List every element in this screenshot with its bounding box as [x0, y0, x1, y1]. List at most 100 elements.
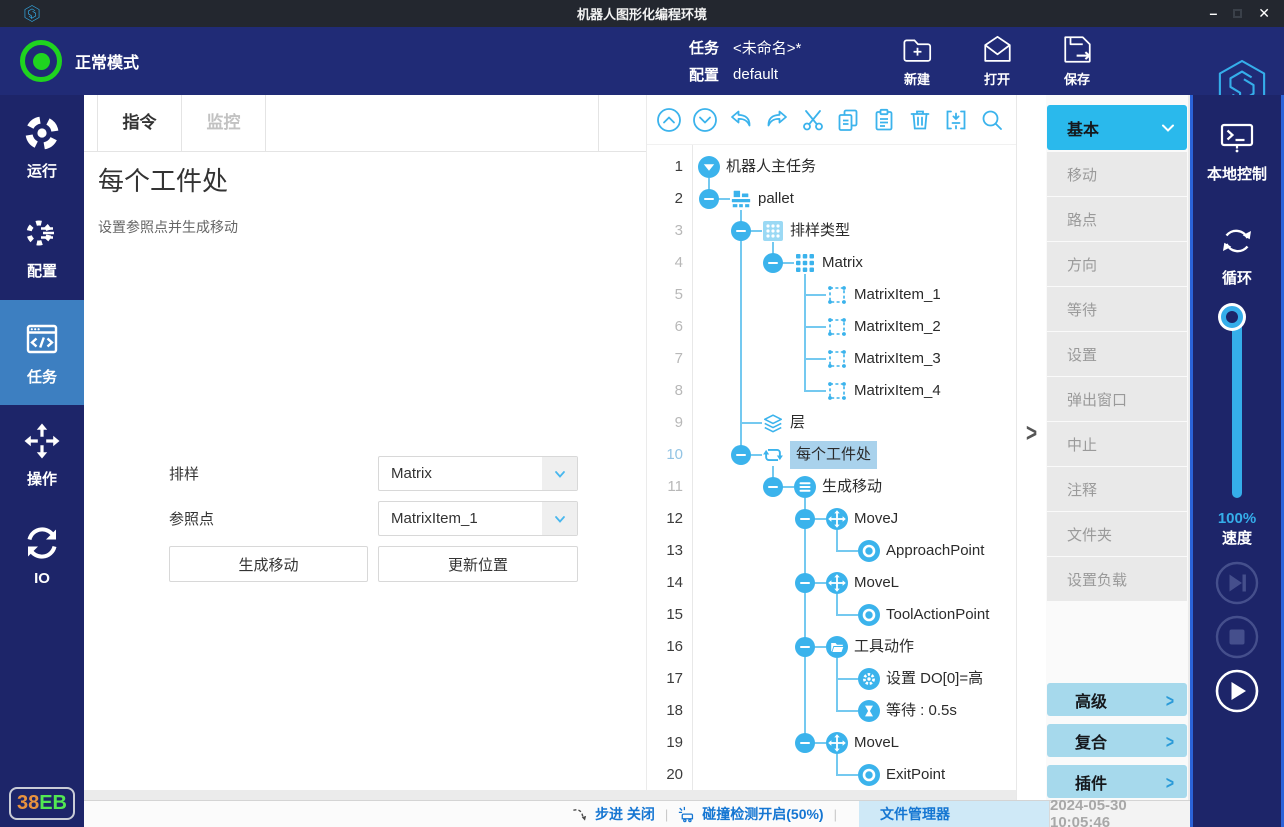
control-item-loop[interactable]: 循环: [1193, 221, 1281, 288]
open-icon: [980, 32, 1015, 67]
category-group[interactable]: 插件>: [1047, 765, 1187, 798]
cut-button[interactable]: [800, 107, 826, 133]
panel-expander[interactable]: >: [1016, 95, 1046, 800]
tree-row[interactable]: 13ApproachPoint: [647, 535, 1016, 567]
chevron-down-icon[interactable]: [542, 457, 577, 490]
category-group[interactable]: 复合>: [1047, 724, 1187, 757]
play-button[interactable]: [1215, 669, 1259, 713]
tree-row[interactable]: 17设置 DO[0]=高: [647, 663, 1016, 695]
category-basic-header[interactable]: 基本: [1047, 105, 1187, 150]
category-group[interactable]: 高级>: [1047, 683, 1187, 716]
step-mode-toggle[interactable]: 步进 关闭: [571, 804, 655, 824]
field-select-1[interactable]: MatrixItem_1: [378, 501, 578, 536]
collapse-toggle[interactable]: [763, 477, 783, 497]
tree-row[interactable]: 10每个工件处: [647, 439, 1016, 471]
sidebar-item-io[interactable]: IO: [0, 505, 84, 605]
tree-row-number: 15: [647, 599, 683, 631]
new-button[interactable]: 新建: [888, 32, 946, 88]
save-button[interactable]: 保存: [1048, 32, 1106, 88]
tree-row[interactable]: 19MoveL: [647, 727, 1016, 759]
collapse-toggle[interactable]: [795, 733, 815, 753]
chevron-down-icon[interactable]: [542, 502, 577, 535]
sidebar-item-operate[interactable]: 操作: [0, 405, 84, 505]
tree-row[interactable]: 9层: [647, 407, 1016, 439]
file-manager-button[interactable]: 文件管理器: [859, 801, 1049, 827]
header-actions: 新建打开保存: [888, 32, 1106, 88]
tree-row[interactable]: 2pallet: [647, 183, 1016, 215]
category-item[interactable]: 设置负载: [1047, 557, 1187, 601]
open-button[interactable]: 打开: [968, 32, 1026, 88]
tree-connector: [836, 678, 858, 680]
tree-row[interactable]: 11生成移动: [647, 471, 1016, 503]
paste-icon: [871, 107, 897, 133]
collapse-toggle[interactable]: [763, 253, 783, 273]
form-row: 参照点MatrixItem_1: [169, 501, 589, 536]
update-position-button[interactable]: 更新位置: [378, 546, 578, 582]
sidebar-item-task[interactable]: 任务: [0, 300, 84, 405]
category-item[interactable]: 路点: [1047, 197, 1187, 241]
tree-row[interactable]: 20ExitPoint: [647, 759, 1016, 791]
tree-row[interactable]: 3排样类型: [647, 215, 1016, 247]
copy-button[interactable]: [835, 107, 861, 133]
expand-all-button[interactable]: [692, 107, 718, 133]
tab-1[interactable]: 监控: [181, 95, 266, 152]
paste-button[interactable]: [871, 107, 897, 133]
tree-row[interactable]: 7MatrixItem_3: [647, 343, 1016, 375]
stop-button[interactable]: [1215, 615, 1259, 659]
tree-row[interactable]: 14MoveL: [647, 567, 1016, 599]
generate-move-button[interactable]: 生成移动: [169, 546, 368, 582]
collapse-all-button[interactable]: [656, 107, 682, 133]
collapse-toggle[interactable]: [699, 189, 719, 209]
close-button[interactable]: ✕: [1258, 0, 1270, 27]
redo-button[interactable]: [764, 107, 790, 133]
waypoint-icon: [858, 764, 880, 786]
tree-toolbar: [647, 95, 1016, 145]
category-item[interactable]: 中止: [1047, 422, 1187, 466]
insert-button[interactable]: [943, 107, 969, 133]
sidebar-item-config[interactable]: 配置: [0, 197, 84, 297]
task-name: <未命名>*: [733, 37, 801, 58]
category-item[interactable]: 弹出窗口: [1047, 377, 1187, 421]
tab-0[interactable]: 指令: [97, 95, 182, 152]
collision-detect-toggle[interactable]: 碰撞检测开启(50%): [678, 804, 823, 824]
tree-row[interactable]: 12MoveJ: [647, 503, 1016, 535]
minimize-button[interactable]: –: [1209, 0, 1217, 27]
collapse-all-icon: [656, 107, 682, 133]
tree-row[interactable]: 15ToolActionPoint: [647, 599, 1016, 631]
category-basic-label: 基本: [1067, 116, 1099, 140]
collapse-toggle[interactable]: [731, 445, 751, 465]
tree-row[interactable]: 5MatrixItem_1: [647, 279, 1016, 311]
sidebar-item-run[interactable]: 运行: [0, 97, 84, 197]
step-mode-icon: [571, 806, 588, 823]
delete-button[interactable]: [907, 107, 933, 133]
tree-row-label: 机器人主任务: [726, 151, 816, 183]
maximize-button[interactable]: [1233, 9, 1242, 18]
step-button[interactable]: [1215, 561, 1259, 605]
undo-button[interactable]: [728, 107, 754, 133]
collapse-toggle[interactable]: [795, 573, 815, 593]
tree-row[interactable]: 8MatrixItem_4: [647, 375, 1016, 407]
category-item[interactable]: 等待: [1047, 287, 1187, 331]
chevron-right-icon: >: [1026, 420, 1037, 450]
instruction-form: 排样Matrix参照点MatrixItem_1 生成移动更新位置: [169, 456, 589, 582]
speed-slider-handle[interactable]: [1221, 306, 1243, 328]
collapse-toggle[interactable]: [795, 509, 815, 529]
category-item[interactable]: 方向: [1047, 242, 1187, 286]
root-icon: [698, 156, 720, 178]
tree-row[interactable]: 16工具动作: [647, 631, 1016, 663]
tree-row-label: MatrixItem_1: [854, 279, 941, 311]
control-item-local-control[interactable]: 本地控制: [1193, 117, 1281, 184]
field-select-0[interactable]: Matrix: [378, 456, 578, 491]
tree-row[interactable]: 4Matrix: [647, 247, 1016, 279]
collapse-toggle[interactable]: [731, 221, 751, 241]
tree-row[interactable]: 6MatrixItem_2: [647, 311, 1016, 343]
tree-row[interactable]: 18等待 : 0.5s: [647, 695, 1016, 727]
tree-row[interactable]: 1机器人主任务: [647, 151, 1016, 183]
collapse-toggle[interactable]: [795, 637, 815, 657]
search-button[interactable]: [979, 107, 1005, 133]
category-item[interactable]: 设置: [1047, 332, 1187, 376]
category-item[interactable]: 文件夹: [1047, 512, 1187, 556]
tree-row-label: 层: [790, 407, 805, 439]
category-item[interactable]: 注释: [1047, 467, 1187, 511]
category-item[interactable]: 移动: [1047, 152, 1187, 196]
